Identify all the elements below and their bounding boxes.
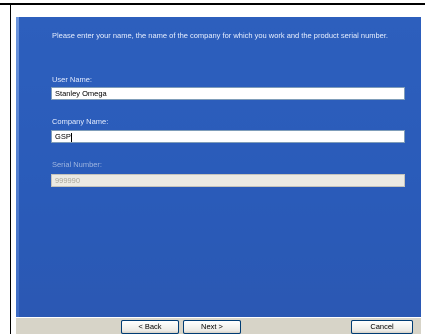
back-button[interactable]: < Back bbox=[121, 320, 179, 334]
company-name-field[interactable]: GSP bbox=[51, 130, 405, 143]
panel-left-highlight bbox=[16, 17, 19, 317]
company-name-label: Company Name: bbox=[52, 117, 109, 126]
serial-number-label: Serial Number: bbox=[52, 160, 103, 169]
instruction-text: Please enter your name, the name of the … bbox=[52, 31, 389, 40]
next-button[interactable]: Next > bbox=[183, 320, 241, 334]
user-name-value: Stanley Omega bbox=[55, 89, 107, 98]
serial-number-value: 999990 bbox=[55, 176, 81, 185]
user-name-field[interactable]: Stanley Omega bbox=[51, 87, 405, 100]
company-name-value: GSP bbox=[55, 132, 71, 141]
window-left-edge bbox=[10, 5, 11, 334]
user-name-label: User Name: bbox=[52, 75, 93, 84]
top-divider bbox=[0, 3, 425, 5]
text-caret bbox=[70, 132, 72, 142]
cancel-button[interactable]: Cancel bbox=[351, 320, 413, 334]
serial-number-field: 999990 bbox=[51, 174, 405, 187]
